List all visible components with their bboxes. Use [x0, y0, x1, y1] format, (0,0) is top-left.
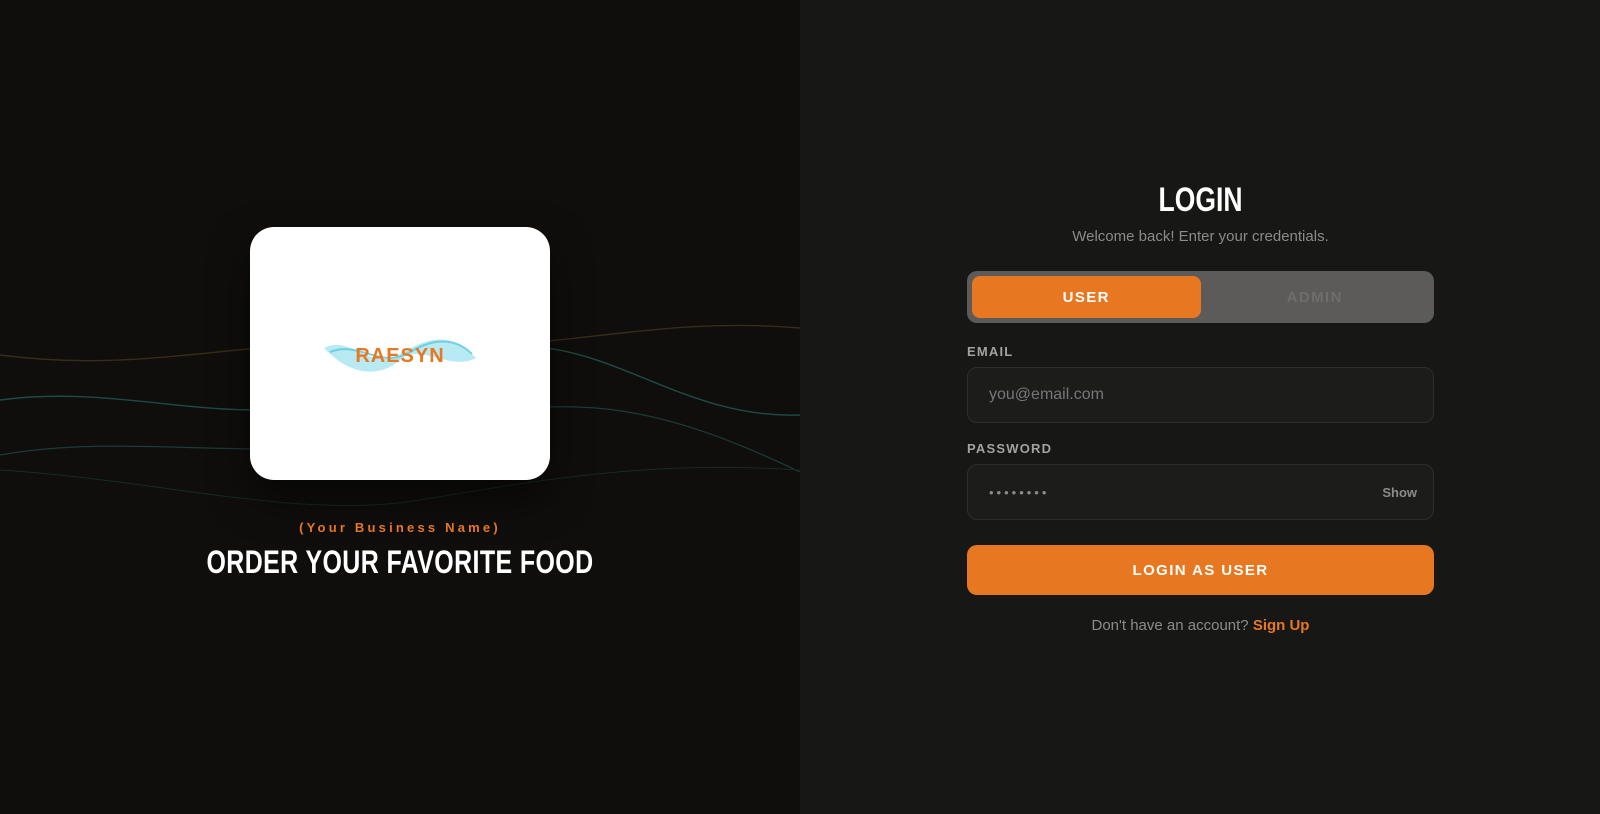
- business-name: (Your Business Name): [299, 520, 501, 535]
- svg-text:RAESYN: RAESYN: [355, 345, 444, 367]
- password-label: PASSWORD: [967, 441, 1053, 456]
- login-form: LOGIN Welcome back! Enter your credentia…: [967, 180, 1434, 634]
- login-button[interactable]: LOGIN AS USER: [967, 545, 1434, 595]
- email-field[interactable]: [968, 368, 1433, 422]
- signup-link[interactable]: Sign Up: [1253, 617, 1310, 634]
- signup-prompt: Don't have an account?: [1091, 617, 1253, 634]
- subtitle: Welcome back! Enter your credentials.: [1072, 228, 1329, 245]
- role-toggle: USER ADMIN: [967, 271, 1434, 323]
- email-field-wrapper: [967, 367, 1434, 423]
- logo-card: RAESYN: [250, 227, 550, 480]
- role-admin-button[interactable]: ADMIN: [1201, 276, 1430, 318]
- tagline: ORDER YOUR FAVORITE FOOD: [206, 544, 594, 580]
- role-user-button[interactable]: USER: [972, 276, 1201, 318]
- raesyn-logo: RAESYN: [324, 339, 476, 372]
- page-title: LOGIN: [1158, 181, 1243, 219]
- signup-row: Don't have an account? Sign Up: [967, 617, 1434, 634]
- brand-panel: RAESYN (Your Business Name) ORDER YOUR F…: [0, 0, 800, 814]
- password-value: ••••••••: [989, 484, 1050, 500]
- login-page: RAESYN (Your Business Name) ORDER YOUR F…: [0, 0, 1600, 814]
- show-password-button[interactable]: Show: [1382, 485, 1417, 500]
- login-panel: LOGIN Welcome back! Enter your credentia…: [800, 0, 1600, 814]
- password-field[interactable]: •••••••• Show: [967, 464, 1434, 520]
- email-label: EMAIL: [967, 344, 1014, 359]
